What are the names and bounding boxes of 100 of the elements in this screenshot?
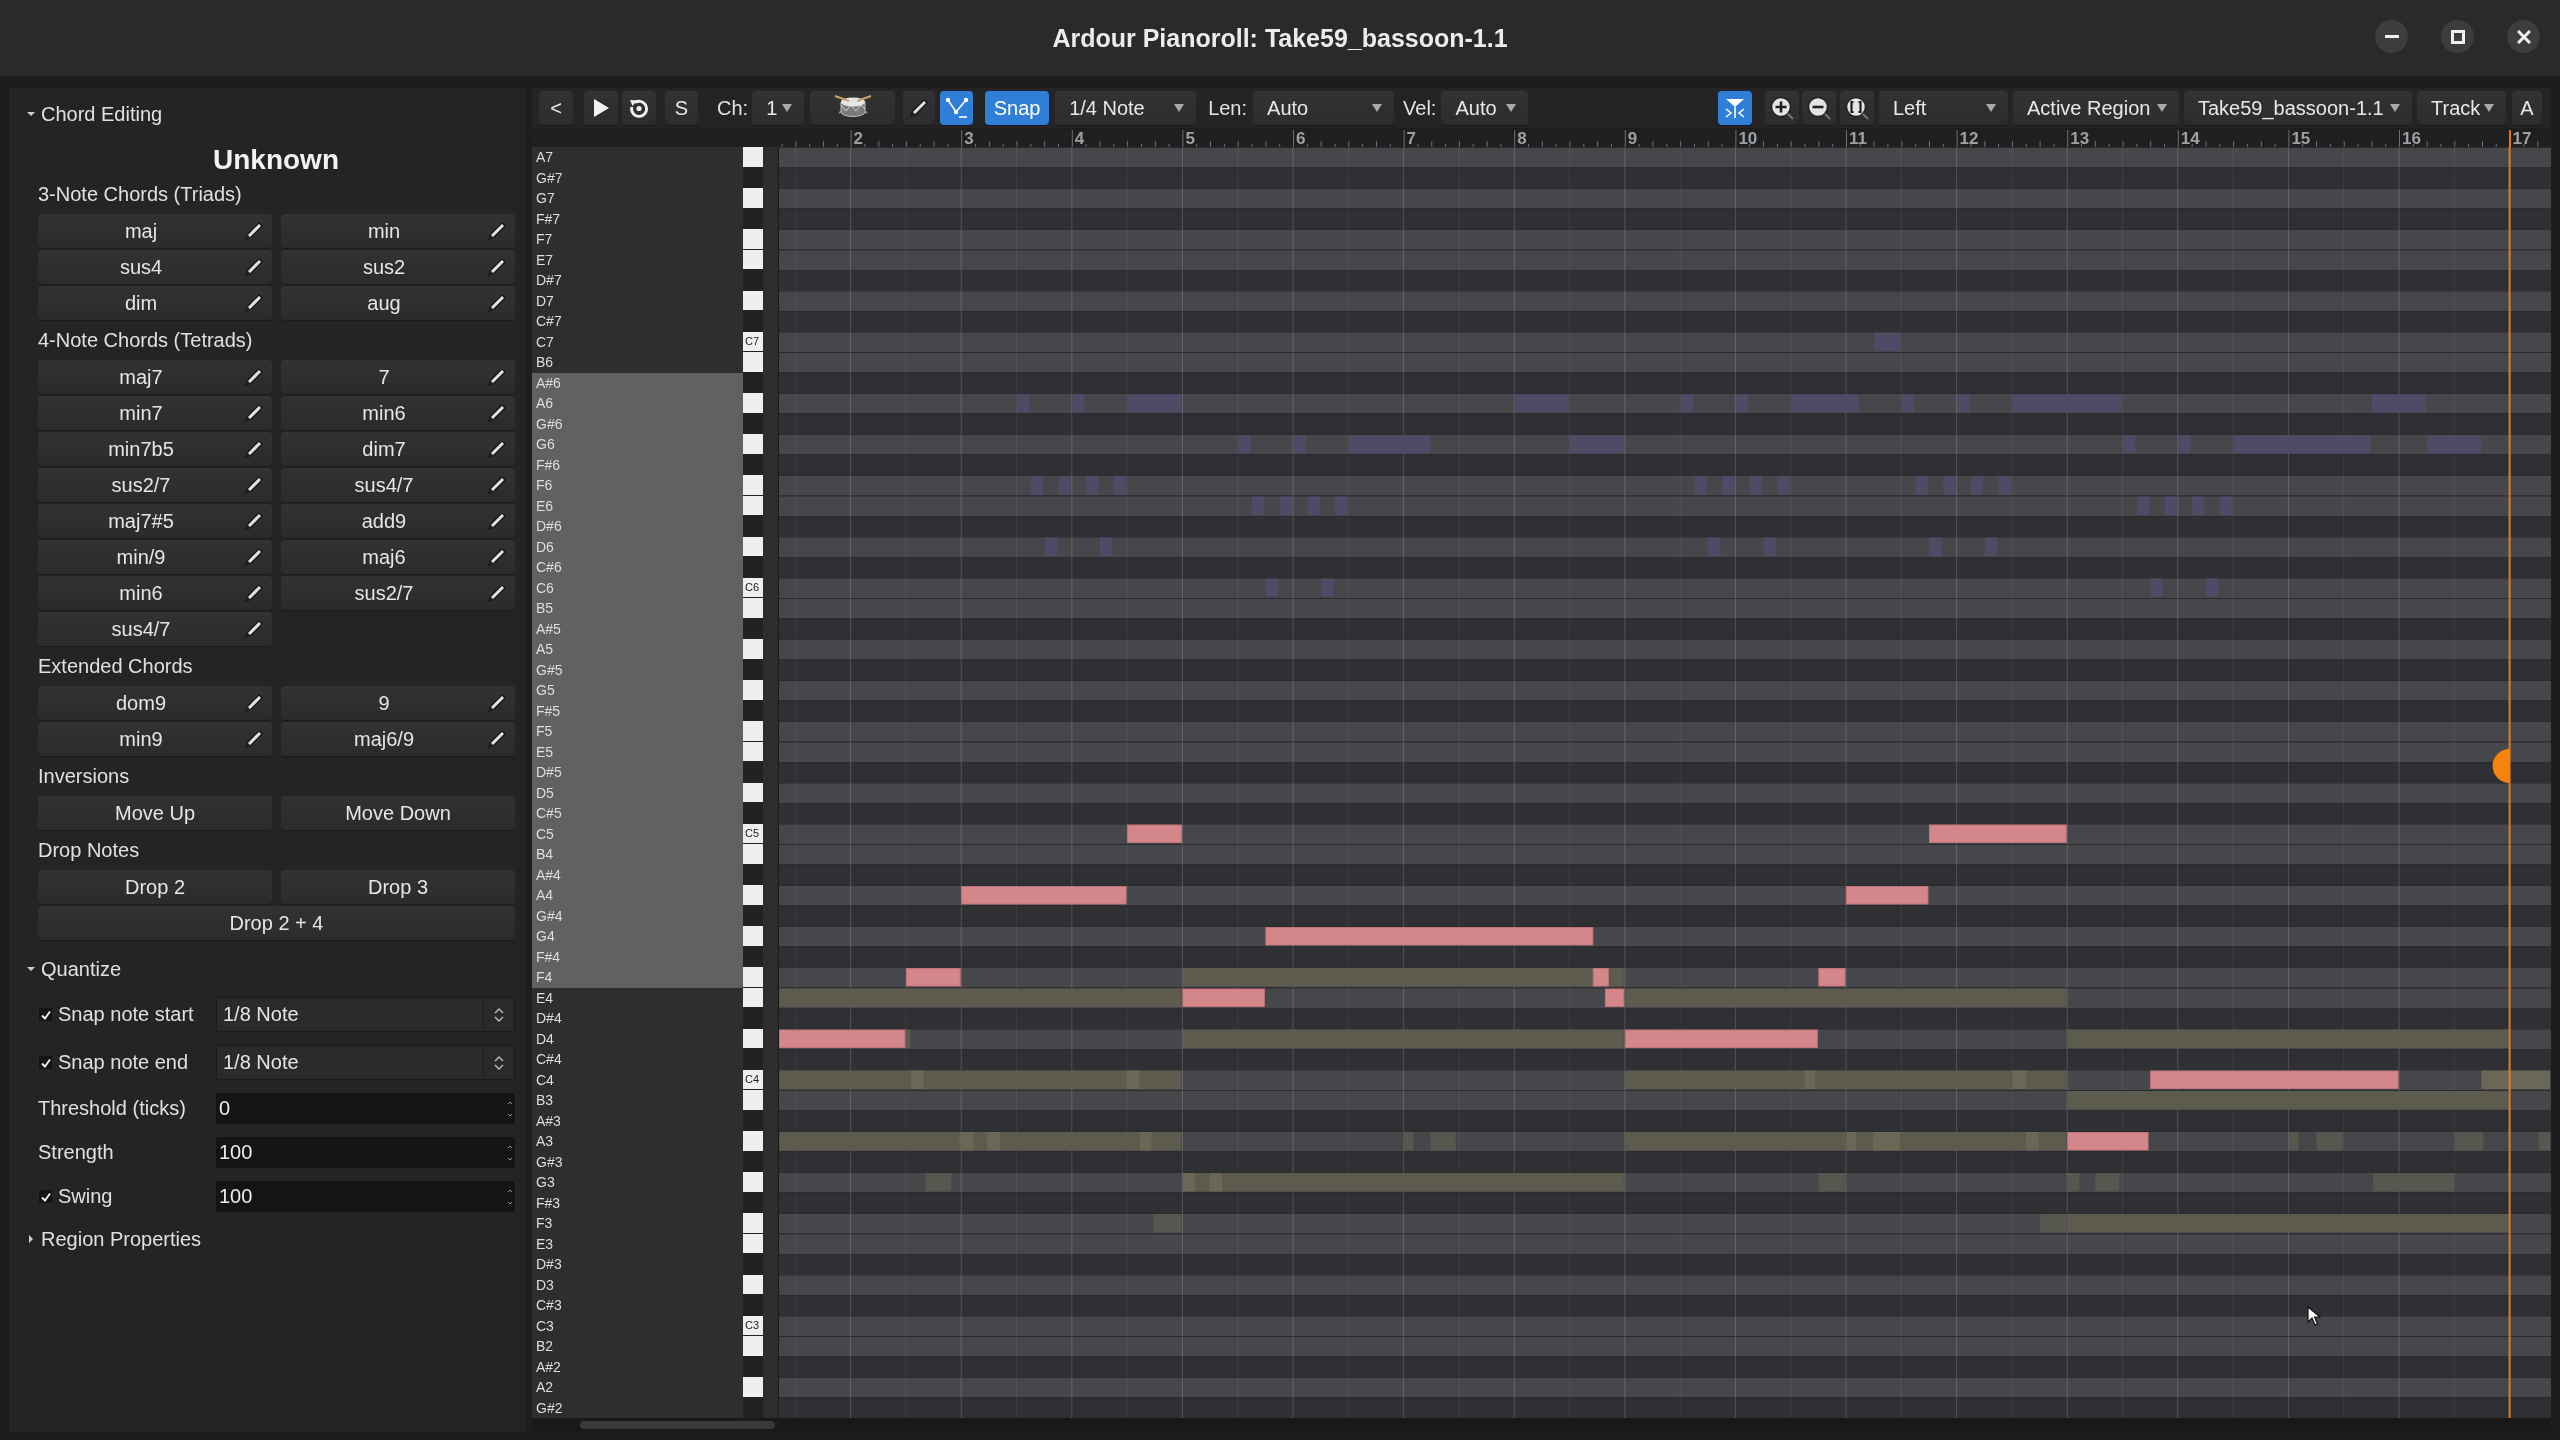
chord-button[interactable]: sus4 [38, 250, 272, 284]
action-button[interactable]: Drop 3 [281, 870, 515, 904]
action-button[interactable]: Drop 2 + 4 [38, 906, 515, 940]
chord-button[interactable]: min7b5 [38, 432, 272, 466]
chord-button[interactable]: min9 [38, 722, 272, 756]
chord-button[interactable]: sus4/7 [38, 612, 272, 646]
piano-key[interactable]: C6 [743, 577, 763, 597]
s-button[interactable]: S [665, 91, 698, 125]
pencil-icon [244, 293, 264, 313]
caret-icon [1174, 104, 1185, 112]
loop-button[interactable] [622, 91, 656, 125]
zoom-out-button[interactable] [1802, 91, 1836, 125]
maximize-button[interactable] [2441, 20, 2474, 53]
chord-button[interactable]: min/9 [38, 540, 272, 574]
a-button[interactable]: A [2512, 91, 2542, 125]
chord-button[interactable]: sus4/7 [281, 468, 515, 502]
channel-dropdown[interactable]: 1 [752, 91, 805, 125]
updown-icon [494, 1006, 504, 1023]
zoom-fit-button[interactable] [1840, 91, 1874, 125]
chord-button[interactable]: dim7 [281, 432, 515, 466]
chord-button[interactable]: 9 [281, 686, 515, 720]
dropdown[interactable]: Take59_bassoon-1.1 [2184, 91, 2412, 125]
dropdown[interactable]: 1/8 Note [216, 997, 515, 1032]
chord-button[interactable]: min7 [38, 396, 272, 430]
velocity-dropdown[interactable]: Auto [1441, 91, 1529, 125]
pencil-icon [909, 98, 930, 118]
follow-button[interactable] [1718, 91, 1752, 125]
note-label: F#5 [532, 700, 743, 721]
spin-field[interactable]: 100 [216, 1181, 515, 1212]
length-dropdown[interactable]: Auto [1253, 91, 1395, 125]
horizontal-scrollbar[interactable] [532, 1418, 2551, 1432]
chord-button[interactable]: min6 [281, 396, 515, 430]
minimize-button[interactable] [2375, 20, 2408, 53]
chord-button[interactable]: maj [38, 214, 272, 248]
dropdown[interactable]: Left [1879, 91, 2008, 125]
note-label: A#6 [532, 372, 743, 393]
piano-key[interactable] [743, 495, 763, 515]
chord-button[interactable]: dim [38, 286, 272, 320]
draw-button[interactable] [903, 91, 936, 125]
chord-button[interactable]: min6 [38, 576, 272, 610]
pencil-icon [487, 583, 507, 603]
expander-header[interactable]: Quantize [27, 957, 122, 981]
action-button[interactable]: Drop 2 [38, 870, 272, 904]
piano-key[interactable] [743, 741, 763, 761]
scrollbar-thumb[interactable] [580, 1421, 775, 1429]
piano-key[interactable] [743, 249, 763, 269]
note-label: E3 [535, 1234, 555, 1254]
checkbox[interactable] [39, 1008, 52, 1021]
chord-button[interactable]: aug [281, 286, 515, 320]
zoom-in-button[interactable] [1765, 91, 1799, 125]
expander-header[interactable]: Chord Editing [27, 102, 163, 126]
note-label: E7 [535, 250, 555, 270]
chord-button[interactable]: sus2/7 [38, 468, 272, 502]
pencil-icon [487, 439, 507, 459]
caret-icon [1986, 104, 1996, 112]
piano-key[interactable] [743, 987, 763, 1007]
chord-button[interactable]: maj7 [38, 360, 272, 394]
note-label: A2 [535, 1378, 555, 1397]
note-label: D4 [535, 1029, 555, 1049]
check-icon [40, 1191, 51, 1202]
dropdown[interactable]: Track [2417, 91, 2506, 125]
chord-button[interactable]: sus2/7 [281, 576, 515, 610]
piano-key[interactable] [743, 782, 763, 802]
dropdown[interactable]: 1/8 Note [216, 1045, 515, 1080]
close-button[interactable] [2507, 20, 2540, 53]
grid-dropdown[interactable]: 1/4 Note [1055, 91, 1197, 125]
play-button[interactable] [584, 91, 618, 125]
action-button[interactable]: Move Down [281, 796, 515, 830]
chord-button[interactable]: dom9 [38, 686, 272, 720]
piano-key[interactable]: C7 [743, 331, 763, 351]
spin-field[interactable]: 100 [216, 1137, 515, 1168]
action-button[interactable]: Move Up [38, 796, 272, 830]
note-label: G#7 [535, 168, 564, 188]
spin-field[interactable]: 0 [216, 1093, 515, 1124]
expander-header[interactable]: Region Properties [27, 1227, 202, 1251]
piano-key[interactable] [743, 290, 763, 310]
chord-button[interactable]: maj7#5 [38, 504, 272, 538]
piano-key[interactable] [743, 1028, 763, 1048]
piano-key[interactable]: C5 [743, 823, 763, 843]
bar-number: 10 [1738, 130, 1758, 147]
window-title: Ardour Pianoroll: Take59_bassoon-1.1 [1052, 23, 1508, 53]
chord-button[interactable]: sus2 [281, 250, 515, 284]
back-button[interactable]: < [539, 91, 573, 125]
drum-button[interactable] [810, 91, 896, 125]
chord-button[interactable]: maj6 [281, 540, 515, 574]
piano-key[interactable]: C4 [743, 1069, 763, 1089]
checkbox[interactable] [39, 1190, 52, 1203]
snap-button[interactable]: Snap [985, 91, 1050, 125]
chord-button[interactable]: 7 [281, 360, 515, 394]
piano-key[interactable] [743, 536, 763, 556]
piano-key[interactable] [743, 1274, 763, 1294]
checkbox[interactable] [39, 1056, 52, 1069]
edit-button[interactable] [940, 91, 974, 125]
piano-key[interactable] [743, 1233, 763, 1253]
chord-button[interactable]: add9 [281, 504, 515, 538]
bar-number: 6 [1296, 130, 1306, 147]
chord-button[interactable]: maj6/9 [281, 722, 515, 756]
chord-button[interactable]: min [281, 214, 515, 248]
dropdown[interactable]: Active Region [2013, 91, 2179, 125]
piano-key[interactable]: C3 [743, 1315, 763, 1335]
